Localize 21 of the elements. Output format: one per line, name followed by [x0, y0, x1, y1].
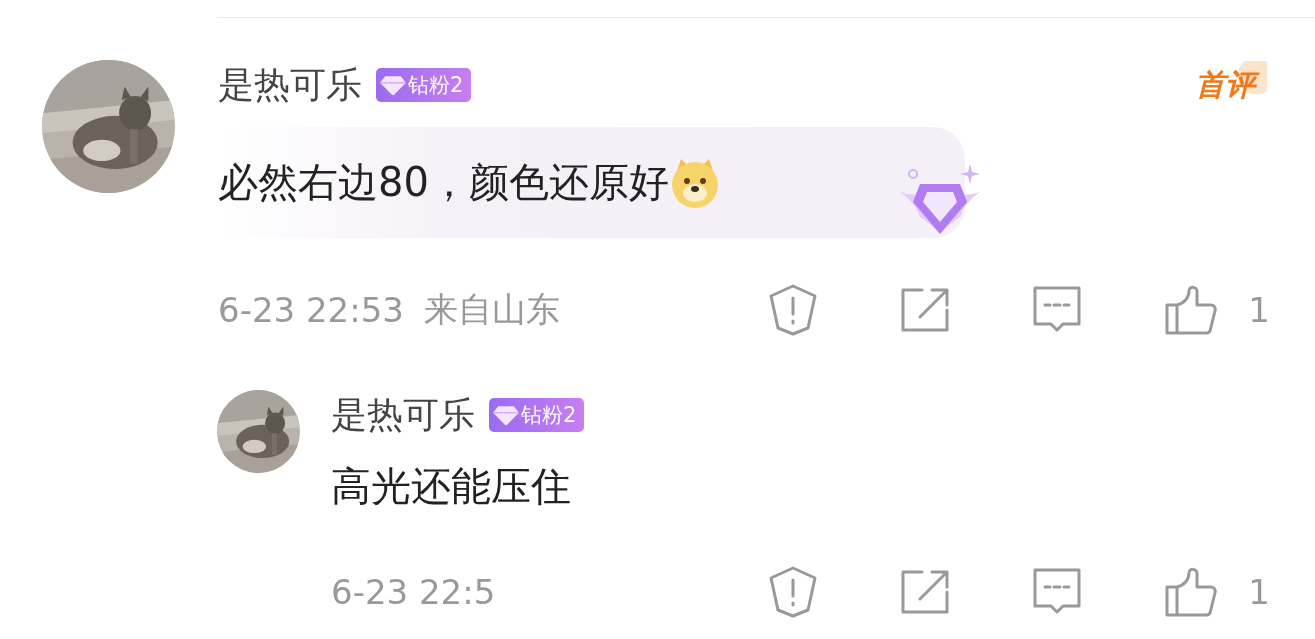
timestamp: 6-23 22:5: [331, 572, 496, 612]
comment-text: 高光还能压住: [331, 461, 571, 511]
location: 来自山东: [423, 288, 560, 331]
diamond-icon: [380, 74, 406, 96]
timestamp: 6-23 22:53: [218, 290, 404, 330]
like-count: 1: [1248, 290, 1270, 330]
thumbs-up-icon[interactable]: [1164, 285, 1219, 335]
like-count: 1: [1248, 572, 1270, 612]
comment-icon[interactable]: [1032, 286, 1083, 334]
share-icon[interactable]: [900, 288, 951, 332]
comment-icon[interactable]: [1032, 568, 1083, 616]
username[interactable]: 是热可乐: [218, 60, 362, 110]
username[interactable]: 是热可乐: [331, 390, 475, 440]
badge-label: 钻粉2: [408, 72, 464, 99]
badge-label: 钻粉2: [521, 402, 577, 429]
share-icon[interactable]: [900, 570, 951, 614]
diamond-icon: [493, 404, 519, 426]
thumbs-up-icon[interactable]: [1164, 567, 1219, 617]
report-icon[interactable]: [768, 566, 819, 618]
report-icon[interactable]: [768, 284, 819, 336]
comment-text: 必然右边80，颜色还原好: [218, 158, 669, 207]
